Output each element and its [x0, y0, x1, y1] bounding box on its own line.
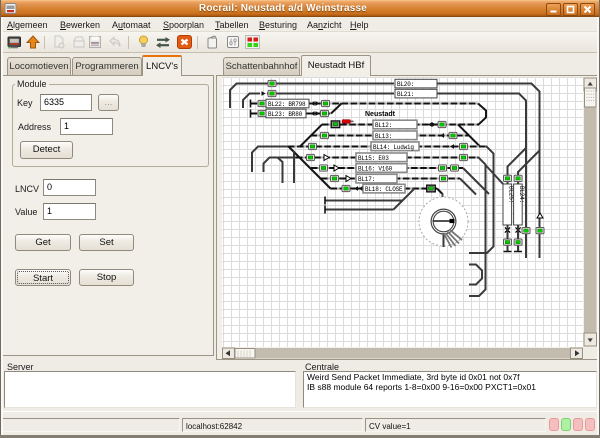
svg-text:Neustadt: Neustadt [365, 111, 396, 118]
svg-text:BL15: E03: BL15: E03 [358, 155, 389, 162]
svg-text:BL12:: BL12: [375, 122, 392, 129]
svg-text:BL24:: BL24: [518, 186, 525, 203]
svg-text:BL18: CLOSE: BL18: CLOSE [365, 186, 403, 193]
svg-text:BL23: BR80: BL23: BR80 [268, 111, 303, 118]
svg-text:BL13:: BL13: [375, 133, 392, 140]
svg-text:BL14: Ludwig: BL14: Ludwig [373, 144, 414, 151]
svg-text:BL22: BR798: BL22: BR798 [268, 101, 306, 108]
svg-text:BL20:: BL20: [397, 81, 414, 88]
svg-text:BL21:: BL21: [397, 91, 414, 98]
svg-text:BL17:: BL17: [358, 176, 375, 183]
svg-text:BL16: V160: BL16: V160 [358, 166, 393, 173]
